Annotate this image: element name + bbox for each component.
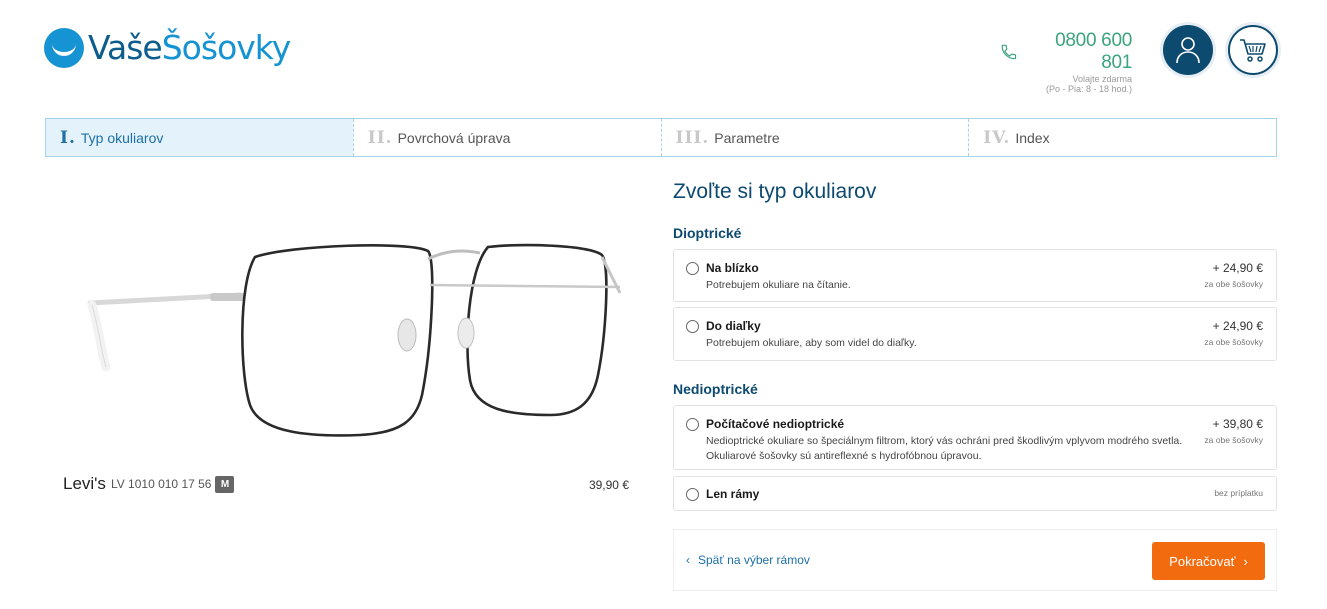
step-numeral: I.: [60, 127, 76, 148]
chevron-right-icon: ›: [1243, 553, 1248, 569]
step-numeral: III.: [675, 127, 710, 148]
logo-text: VašeŠošovky: [88, 28, 292, 68]
step-numeral: II.: [367, 127, 393, 148]
product-model: LV 1010 010 17 56: [110, 477, 212, 491]
user-account-button[interactable]: [1163, 25, 1213, 75]
step-parameters[interactable]: III. Parametre: [660, 119, 969, 156]
chevron-left-icon: ‹: [686, 553, 690, 567]
step-index[interactable]: IV. Index: [968, 119, 1276, 156]
logo-smile-icon: [44, 28, 84, 68]
phone-contact[interactable]: 0800 600 801 Volajte zdarma (Po - Pia: 8…: [1000, 30, 1132, 94]
panel-title: Zvoľte si typ okuliarov: [673, 180, 877, 203]
phone-hours: (Po - Pia: 8 - 18 hod.): [1045, 84, 1132, 94]
cart-button[interactable]: [1228, 25, 1278, 75]
product-name: Levi's LV 1010 010 17 56 M: [63, 474, 235, 494]
radio-near-vision[interactable]: [686, 262, 699, 275]
phone-icon: [1001, 44, 1017, 60]
option-description: Nedioptrické okuliare so špeciálnym filt…: [706, 435, 1183, 462]
option-label: Na blízko: [706, 261, 759, 275]
radio-distance-vision[interactable]: [686, 320, 699, 333]
back-to-frames-link[interactable]: ‹ Späť na výber rámov: [686, 553, 810, 567]
option-price-note: za obe šošovky: [1204, 279, 1263, 289]
option-description: Potrebujem okuliare na čítanie.: [706, 279, 851, 291]
option-frames-only[interactable]: Len rámy bez príplatku: [673, 476, 1277, 511]
option-distance-vision[interactable]: Do diaľky Potrebujem okuliare, aby som v…: [673, 307, 1277, 361]
option-computer-glasses[interactable]: Počítačové nedioptrické Nedioptrické oku…: [673, 405, 1277, 470]
continue-button[interactable]: Pokračovať ›: [1152, 542, 1265, 580]
cart-icon: [1240, 39, 1266, 62]
option-description: Potrebujem okuliare, aby som videl do di…: [706, 337, 917, 349]
option-price: + 24,90 €: [1212, 319, 1263, 333]
phone-note: Volajte zdarma: [1072, 74, 1132, 84]
size-badge: M: [215, 475, 235, 493]
radio-frames-only[interactable]: [686, 488, 699, 501]
step-label: Povrchová úprava: [397, 129, 511, 146]
logo[interactable]: VašeŠošovky: [44, 28, 292, 68]
step-label: Parametre: [714, 129, 780, 146]
option-price-note: za obe šošovky: [1204, 337, 1263, 347]
step-surface-treatment[interactable]: II. Povrchová úprava: [352, 119, 661, 156]
step-glasses-type[interactable]: I. Typ okuliarov: [46, 119, 353, 156]
step-label: Index: [1015, 129, 1050, 146]
option-label: Počítačové nedioptrické: [706, 417, 845, 431]
user-icon: [1176, 37, 1200, 64]
option-price: + 39,80 €: [1212, 417, 1263, 431]
checkout-steps: I. Typ okuliarov II. Povrchová úprava II…: [45, 118, 1277, 157]
radio-computer-glasses[interactable]: [686, 418, 699, 431]
logo-text-part2: Šošovky: [161, 28, 292, 67]
phone-number[interactable]: 0800 600 801: [1021, 30, 1132, 74]
continue-label: Pokračovať: [1169, 553, 1236, 569]
step-label: Typ okuliarov: [80, 129, 164, 146]
option-price: + 24,90 €: [1212, 261, 1263, 275]
logo-text-part1: Vaše: [88, 28, 163, 67]
step-numeral: IV.: [983, 127, 1011, 148]
back-label: Späť na výber rámov: [698, 553, 810, 567]
product-price: 39,90 €: [588, 478, 629, 492]
option-label: Len rámy: [706, 487, 760, 501]
option-label: Do diaľky: [706, 319, 761, 333]
option-price-note: za obe šošovky: [1204, 435, 1263, 445]
option-price-note: bez príplatku: [1214, 488, 1263, 498]
option-near-vision[interactable]: Na blízko Potrebujem okuliare na čítanie…: [673, 249, 1277, 302]
section-title-prescription: Dioptrické: [673, 225, 742, 241]
glasses-product-image: [87, 243, 622, 437]
section-title-nonprescription: Nedioptrické: [673, 381, 758, 397]
step-actions: ‹ Späť na výber rámov Pokračovať ›: [673, 529, 1277, 591]
product-brand: Levi's: [63, 474, 106, 493]
